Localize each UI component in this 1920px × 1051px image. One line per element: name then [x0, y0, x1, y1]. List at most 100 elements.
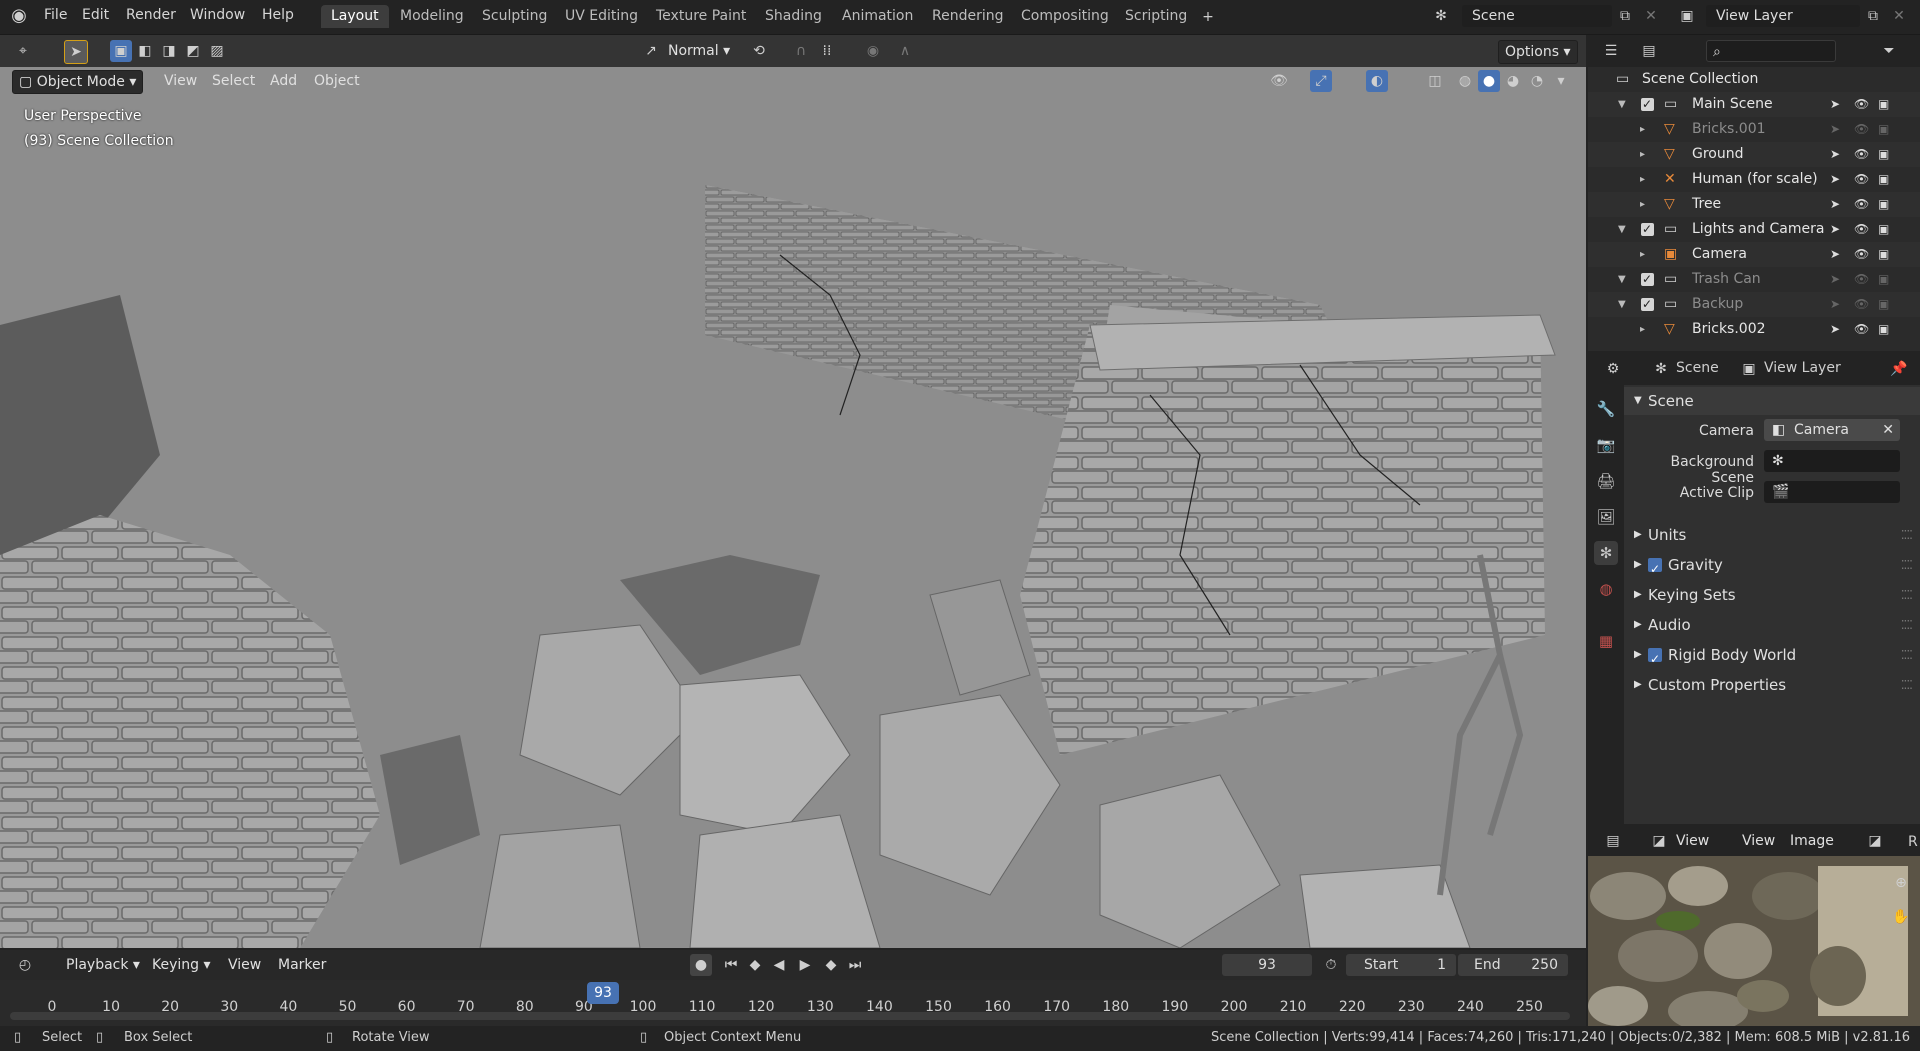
subpanel-header[interactable]: ▶ Audio ⁚⁚⁚⁚	[1624, 611, 1920, 639]
render-toggle-icon[interactable]: ▣	[1878, 242, 1889, 267]
outliner-row[interactable]: ▼ ▭ Lights and Camera ➤ 👁 ▣	[1588, 217, 1920, 242]
outliner-root-row[interactable]: ▭ Scene Collection	[1588, 67, 1920, 92]
transform-orientation-dropdown[interactable]: Normal ▾	[662, 40, 736, 62]
jump-end-icon[interactable]: ⏭	[844, 954, 866, 976]
view-layer-tab-icon[interactable]: 🖼	[1594, 505, 1618, 529]
play-reverse-icon[interactable]: ◀	[768, 954, 790, 976]
select-toggle-icon[interactable]: ➤	[1830, 92, 1840, 117]
select-intersect-icon[interactable]: ▨	[206, 40, 228, 62]
subpanel-checkbox[interactable]	[1648, 645, 1662, 673]
clear-camera-icon[interactable]: ✕	[1882, 419, 1894, 441]
exclude-checkbox[interactable]	[1641, 267, 1654, 292]
image-menu-image[interactable]: Image	[1784, 830, 1840, 852]
render-toggle-icon[interactable]: ▣	[1878, 292, 1889, 317]
select-toggle-icon[interactable]: ➤	[1830, 142, 1840, 167]
tab-layout[interactable]: Layout	[321, 5, 389, 28]
subpanel-header[interactable]: ▶ Rigid Body World ⁚⁚⁚⁚	[1624, 641, 1920, 673]
tab-rendering[interactable]: Rendering	[922, 5, 1014, 28]
image-view-mode-icon[interactable]: ◪	[1648, 830, 1670, 852]
viewport-menu-object[interactable]: Object	[308, 70, 366, 92]
start-frame-field[interactable]: Start 1	[1346, 954, 1456, 976]
render-toggle-icon[interactable]: ▣	[1878, 192, 1889, 217]
menu-render[interactable]: Render	[126, 7, 176, 23]
select-new-icon[interactable]: ▣	[110, 40, 132, 62]
outliner-row[interactable]: ▸ ▽ Bricks.001 ➤ 👁 ▣	[1588, 117, 1920, 142]
tool-tab-icon[interactable]: 🔧	[1594, 397, 1618, 421]
outliner-row[interactable]: ▸ ▽ Tree ➤ 👁 ▣	[1588, 192, 1920, 217]
subpanel-header[interactable]: ▶ Gravity ⁚⁚⁚⁚	[1624, 551, 1920, 583]
gizmo-icon[interactable]: ⤢	[1310, 70, 1332, 92]
select-toggle-icon[interactable]: ➤	[1830, 192, 1840, 217]
proportional-edit-icon[interactable]: ◉	[862, 40, 884, 62]
zoom-icon[interactable]: ⊕	[1890, 872, 1912, 894]
new-scene-icon[interactable]: ⧉	[1614, 5, 1636, 27]
select-toggle-icon[interactable]: ➤	[1830, 167, 1840, 192]
editor-type-icon[interactable]: ⌖	[12, 40, 34, 62]
timeline-scrollbar[interactable]	[10, 1012, 1570, 1020]
eye-icon[interactable]: 👁	[1854, 92, 1869, 117]
expand-icon[interactable]: ▼	[1618, 267, 1626, 292]
menu-window[interactable]: Window	[190, 7, 245, 23]
pin-icon[interactable]: 📌	[1888, 358, 1910, 380]
expand-icon[interactable]: ▼	[1618, 292, 1626, 317]
select-extend-icon[interactable]: ◧	[134, 40, 156, 62]
close-scene-icon[interactable]: ✕	[1640, 5, 1662, 27]
select-subtract-icon[interactable]: ◨	[158, 40, 180, 62]
rendered-shading-icon[interactable]: ◔	[1526, 70, 1548, 92]
select-toggle-icon[interactable]: ➤	[1830, 242, 1840, 267]
scene-panel-header[interactable]: ▼ Scene	[1624, 387, 1920, 415]
timeline-editor-icon[interactable]: ◴	[14, 954, 36, 976]
menu-file[interactable]: File	[44, 7, 67, 23]
snap-icon[interactable]: ∩	[790, 40, 812, 62]
eye-icon[interactable]: 👁	[1854, 117, 1869, 142]
collapse-icon[interactable]: ▸	[1640, 317, 1645, 342]
collapse-icon[interactable]: ▸	[1640, 192, 1645, 217]
expand-icon[interactable]: ▼	[1618, 92, 1626, 117]
timeline-menu-view[interactable]: View	[222, 954, 267, 976]
blender-logo-icon[interactable]: ◉	[8, 5, 30, 27]
pan-hand-icon[interactable]: ✋	[1890, 906, 1912, 928]
pivot-point-icon[interactable]: ⟲	[748, 40, 770, 62]
outliner-search-input[interactable]: ⌕	[1706, 40, 1836, 62]
output-tab-icon[interactable]: 🖨	[1594, 469, 1618, 493]
collapse-icon[interactable]: ▸	[1640, 117, 1645, 142]
select-tool-icon[interactable]: ➤	[64, 40, 88, 64]
display-mode-icon[interactable]: ▤	[1638, 40, 1660, 62]
timeline-menu-marker[interactable]: Marker	[272, 954, 332, 976]
options-button[interactable]: Options ▾	[1498, 40, 1578, 64]
viewport-menu-view[interactable]: View	[158, 70, 203, 92]
xray-icon[interactable]: ◫	[1424, 70, 1446, 92]
outliner-row[interactable]: ▼ ▭ Trash Can ➤ 👁 ▣	[1588, 267, 1920, 292]
subpanel-checkbox[interactable]	[1648, 555, 1662, 583]
outliner-row[interactable]: ▼ ▭ Main Scene ➤ 👁 ▣	[1588, 92, 1920, 117]
keying-menu[interactable]: Keying ▾	[146, 954, 217, 976]
record-icon[interactable]: ●	[690, 954, 712, 976]
image-browse-icon[interactable]: ◪	[1864, 830, 1886, 852]
playhead[interactable]: 93	[587, 982, 619, 1004]
outliner-row[interactable]: ▸ ▽ Bricks.002 ➤ 👁 ▣	[1588, 317, 1920, 342]
subpanel-header[interactable]: ▶ Custom Properties ⁚⁚⁚⁚	[1624, 671, 1920, 699]
render-toggle-icon[interactable]: ▣	[1878, 317, 1889, 342]
jump-start-icon[interactable]: ⏮	[720, 954, 742, 976]
background-scene-field[interactable]: ✻	[1764, 450, 1900, 472]
exclude-checkbox[interactable]	[1641, 92, 1654, 117]
render-toggle-icon[interactable]: ▣	[1878, 167, 1889, 192]
select-toggle-icon[interactable]: ➤	[1830, 292, 1840, 317]
tab-uv-editing[interactable]: UV Editing	[555, 5, 648, 28]
snap-target-icon[interactable]: ⁞⁞	[816, 40, 838, 62]
tab-sculpting[interactable]: Sculpting	[472, 5, 557, 28]
outliner-row[interactable]: ▼ ▭ Backup ➤ 👁 ▣	[1588, 292, 1920, 317]
outliner-row[interactable]: ▸ ✕ Human (for scale) ➤ 👁 ▣	[1588, 167, 1920, 192]
collapse-icon[interactable]: ▸	[1640, 142, 1645, 167]
exclude-checkbox[interactable]	[1641, 292, 1654, 317]
subpanel-header[interactable]: ▶ Keying Sets ⁚⁚⁚⁚	[1624, 581, 1920, 609]
outliner-row[interactable]: ▸ ▽ Ground ➤ 👁 ▣	[1588, 142, 1920, 167]
image-menu-view[interactable]: View	[1736, 830, 1781, 852]
collapse-icon[interactable]: ▸	[1640, 167, 1645, 192]
image-view-dropdown[interactable]: View	[1670, 830, 1715, 852]
shading-options-icon[interactable]: ▾	[1550, 70, 1572, 92]
scene-name-field[interactable]: Scene	[1462, 5, 1612, 27]
tab-modeling[interactable]: Modeling	[390, 5, 474, 28]
drag-handle-icon[interactable]: ⁚⁚⁚⁚	[1901, 641, 1913, 669]
visibility-icon[interactable]: 👁	[1268, 70, 1290, 92]
